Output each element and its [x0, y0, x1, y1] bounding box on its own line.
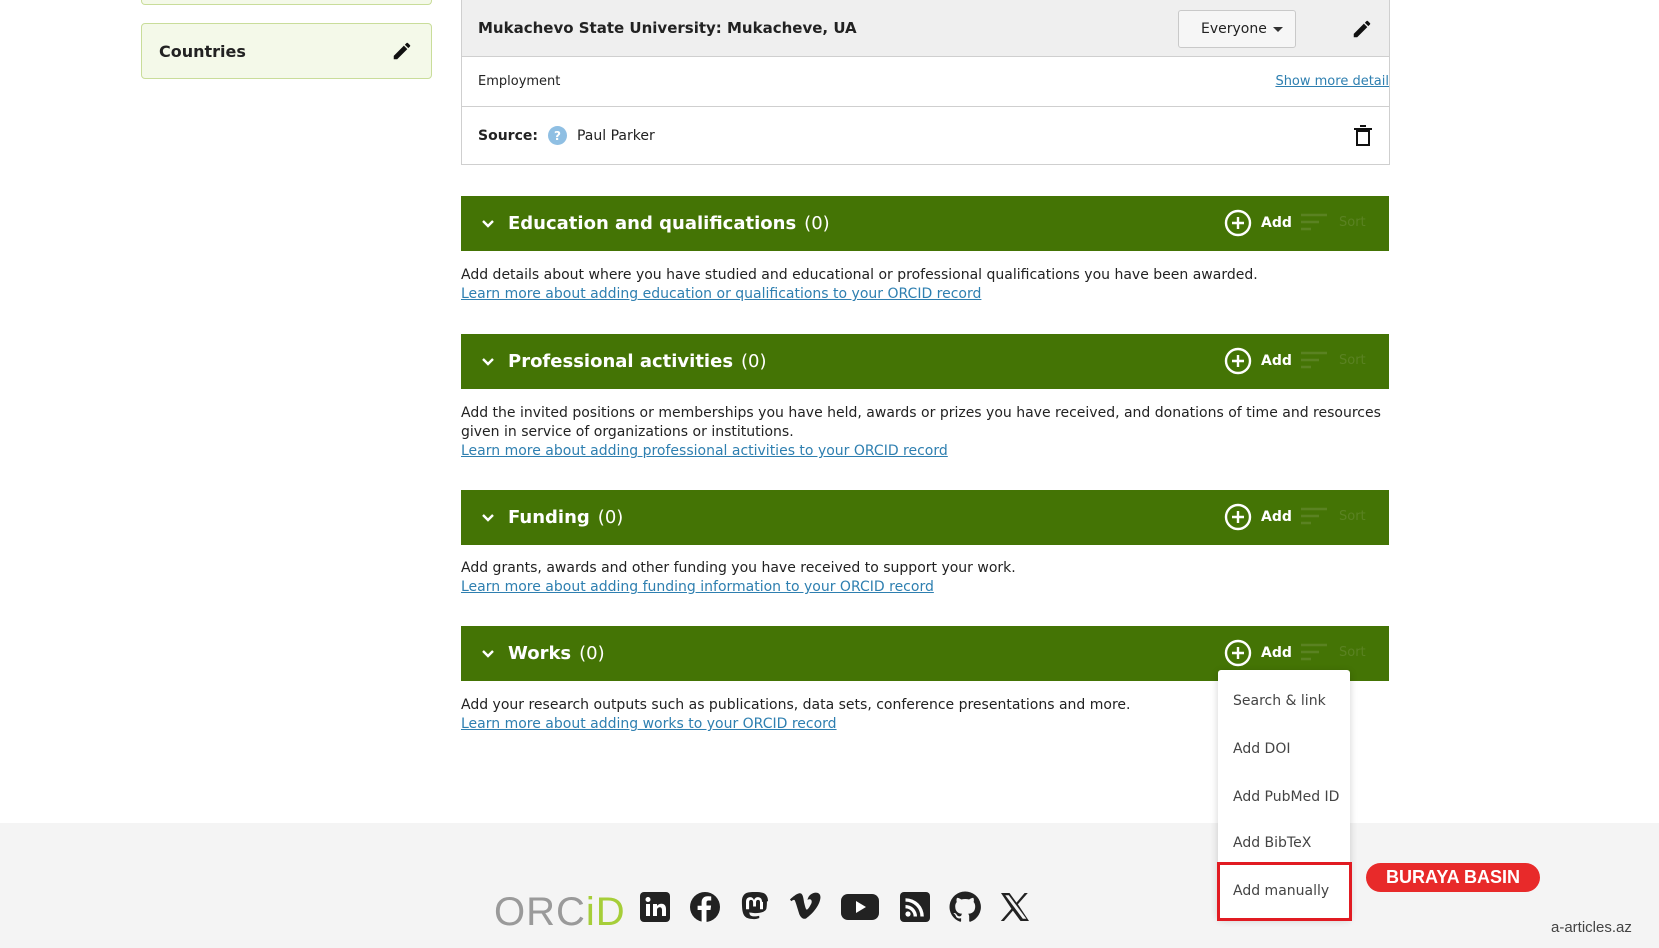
section-description: Add your research outputs such as public…: [461, 697, 1131, 713]
menu-item-add-pubmed-id[interactable]: Add PubMed ID: [1218, 779, 1350, 815]
rss-icon[interactable]: [898, 890, 932, 924]
github-icon[interactable]: [948, 890, 982, 924]
section-description: Add the invited positions or memberships…: [461, 405, 1381, 440]
countries-label: Countries: [159, 41, 246, 61]
affiliation-header: Mukachevo State University: Mukacheve, U…: [462, 0, 1389, 57]
section-funding-description: Add grants, awards and other funding you…: [461, 559, 1391, 597]
sort-label: Sort: [1339, 508, 1366, 524]
source-label: Source:: [478, 127, 538, 144]
learn-more-link[interactable]: Learn more about adding funding informat…: [461, 578, 1391, 597]
section-title: Funding: [508, 507, 590, 528]
add-label: Add: [1261, 353, 1292, 369]
section-professional-description: Add the invited positions or memberships…: [461, 404, 1391, 461]
sort-button[interactable]: Sort: [1301, 350, 1366, 370]
sort-icon: [1301, 507, 1327, 525]
sort-label: Sort: [1339, 644, 1366, 660]
x-icon[interactable]: [998, 890, 1032, 924]
chevron-down-icon[interactable]: [481, 647, 495, 661]
section-count: (0): [804, 213, 830, 234]
menu-item-search-link[interactable]: Search & link: [1218, 683, 1350, 719]
visibility-label: Everyone: [1201, 21, 1267, 37]
menu-item-add-doi[interactable]: Add DOI: [1218, 731, 1350, 767]
add-button[interactable]: Add: [1224, 639, 1292, 667]
sort-icon: [1301, 213, 1327, 231]
section-title: Professional activities: [508, 351, 734, 372]
watermark: a-articles.az: [1551, 919, 1632, 936]
logo-text-orc: ORC: [494, 890, 586, 934]
affiliation-source-row: Source: ? Paul Parker: [462, 107, 1389, 164]
sort-label: Sort: [1339, 352, 1366, 368]
add-button[interactable]: Add: [1224, 347, 1292, 375]
highlight-box: [1217, 862, 1352, 921]
callout-badge: BURAYA BASIN: [1366, 863, 1540, 892]
show-more-detail-link[interactable]: Show more detail: [1275, 74, 1389, 89]
section-title: Education and qualifications: [508, 213, 797, 234]
add-button[interactable]: Add: [1224, 503, 1292, 531]
menu-item-add-bibtex[interactable]: Add BibTeX: [1218, 825, 1350, 861]
chevron-down-icon[interactable]: [481, 355, 495, 369]
section-funding-header[interactable]: Funding (0) Add Sort: [461, 490, 1389, 545]
help-icon[interactable]: ?: [547, 126, 567, 145]
plus-circle-icon: [1224, 209, 1252, 237]
pencil-icon[interactable]: [1351, 18, 1373, 40]
sort-button[interactable]: Sort: [1301, 506, 1366, 526]
section-title: Works: [508, 643, 572, 664]
add-label: Add: [1261, 215, 1292, 231]
section-count: (0): [579, 643, 605, 664]
sidebar-card-previous: [141, 0, 432, 5]
section-count: (0): [741, 351, 767, 372]
visibility-dropdown[interactable]: Everyone: [1178, 10, 1296, 48]
source-name: Paul Parker: [576, 127, 655, 144]
social-links: [638, 890, 1032, 924]
logo-text-id: iD: [585, 890, 626, 934]
sort-button[interactable]: Sort: [1301, 642, 1366, 662]
affiliation-type-row: Employment Show more detail: [462, 57, 1389, 107]
affiliation-title: Mukachevo State University: Mukacheve, U…: [478, 19, 857, 37]
sort-label: Sort: [1339, 214, 1366, 230]
plus-circle-icon: [1224, 347, 1252, 375]
plus-circle-icon: [1224, 639, 1252, 667]
caret-down-icon: [1272, 26, 1283, 32]
learn-more-link[interactable]: Learn more about adding professional act…: [461, 442, 1391, 461]
add-label: Add: [1261, 509, 1292, 525]
mastodon-icon[interactable]: [738, 890, 772, 924]
section-education-header[interactable]: Education and qualifications (0) Add Sor…: [461, 196, 1389, 251]
section-professional-header[interactable]: Professional activities (0) Add Sort: [461, 334, 1389, 389]
chevron-down-icon[interactable]: [481, 217, 495, 231]
linkedin-icon[interactable]: [638, 890, 672, 924]
works-add-menu: Search & link Add DOI Add PubMed ID Add …: [1217, 670, 1352, 921]
learn-more-link[interactable]: Learn more about adding education or qua…: [461, 285, 1391, 304]
section-count: (0): [597, 507, 624, 528]
add-label: Add: [1261, 645, 1292, 661]
orcid-logo[interactable]: ORCiD: [494, 890, 626, 935]
sidebar-countries-card: Countries: [141, 23, 432, 79]
section-description: Add grants, awards and other funding you…: [461, 560, 1016, 576]
pencil-icon[interactable]: [391, 40, 413, 62]
facebook-icon[interactable]: [688, 890, 722, 924]
section-education-description: Add details about where you have studied…: [461, 266, 1391, 304]
sort-icon: [1301, 351, 1327, 369]
affiliation-card: Mukachevo State University: Mukacheve, U…: [461, 0, 1390, 165]
chevron-down-icon[interactable]: [481, 511, 495, 525]
sort-button[interactable]: Sort: [1301, 212, 1366, 232]
affiliation-type: Employment: [478, 74, 561, 89]
vimeo-icon[interactable]: [788, 890, 822, 924]
youtube-icon[interactable]: [838, 890, 882, 924]
section-description: Add details about where you have studied…: [461, 267, 1258, 283]
sort-icon: [1301, 643, 1327, 661]
add-button[interactable]: Add: [1224, 209, 1292, 237]
plus-circle-icon: [1224, 503, 1252, 531]
trash-icon[interactable]: [1353, 125, 1373, 147]
